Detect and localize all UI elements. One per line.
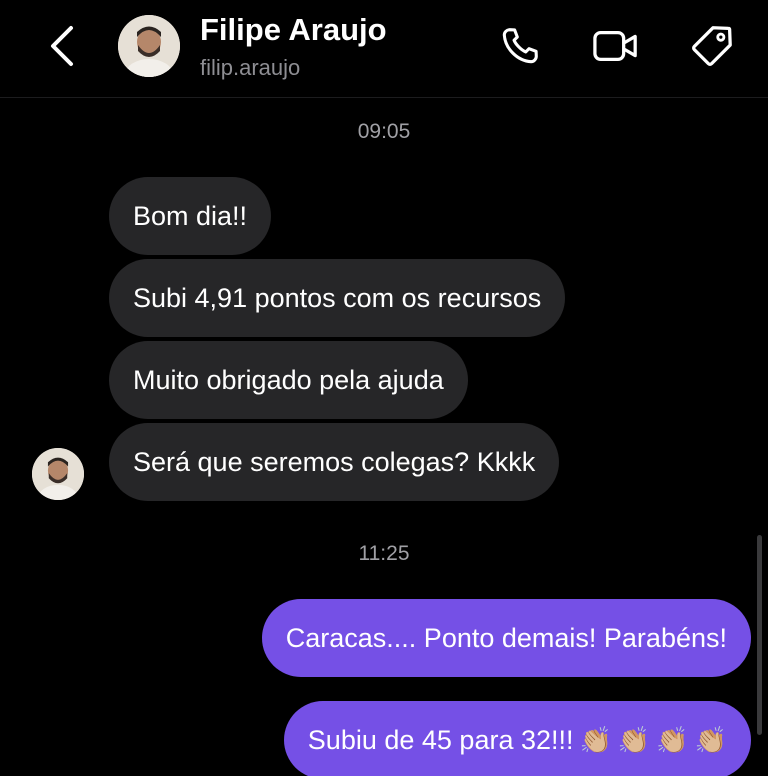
outgoing-message[interactable]: Subiu de 45 para 32!!! 👏🏼 👏🏼 👏🏼 👏🏼 [283, 701, 751, 776]
tag-button[interactable] [686, 20, 738, 72]
back-button[interactable] [44, 24, 80, 68]
sender-avatar[interactable] [32, 448, 84, 500]
outgoing-message-text: Subiu de 45 para 32!!! [307, 725, 574, 755]
incoming-message[interactable]: Bom dia!! [109, 177, 272, 255]
contact-name[interactable]: Filipe Araujo [200, 12, 387, 48]
incoming-message[interactable]: Será que seremos colegas? Kkkk [109, 423, 560, 501]
phone-icon [502, 28, 538, 64]
outgoing-message[interactable]: Caracas.... Ponto demais! Parabéns! [261, 599, 751, 677]
clapping-hands-emoji: 👏🏼 [694, 725, 727, 755]
contact-avatar[interactable] [118, 15, 180, 77]
audio-call-button[interactable] [494, 20, 546, 72]
clapping-hands-emoji: 👏🏼 [656, 725, 689, 755]
contact-username[interactable]: filip.araujo [200, 55, 300, 81]
chevron-left-icon [51, 26, 73, 66]
chat-header: Filipe Araujo filip.araujo [0, 0, 768, 98]
video-camera-icon [593, 30, 637, 62]
tag-icon [692, 26, 732, 66]
timestamp: 11:25 [358, 542, 410, 565]
incoming-message[interactable]: Muito obrigado pela ajuda [109, 341, 468, 419]
clapping-hands-emoji: 👏🏼 [579, 725, 612, 755]
incoming-message[interactable]: Subi 4,91 pontos com os recursos [109, 259, 566, 337]
timestamp: 09:05 [357, 120, 411, 143]
chat-screen: Filipe Araujo filip.araujo 09:05 Bom dia… [0, 0, 768, 776]
clapping-hands-emoji: 👏🏼 [617, 725, 651, 755]
scrollbar[interactable] [757, 535, 762, 735]
video-call-button[interactable] [590, 20, 642, 72]
